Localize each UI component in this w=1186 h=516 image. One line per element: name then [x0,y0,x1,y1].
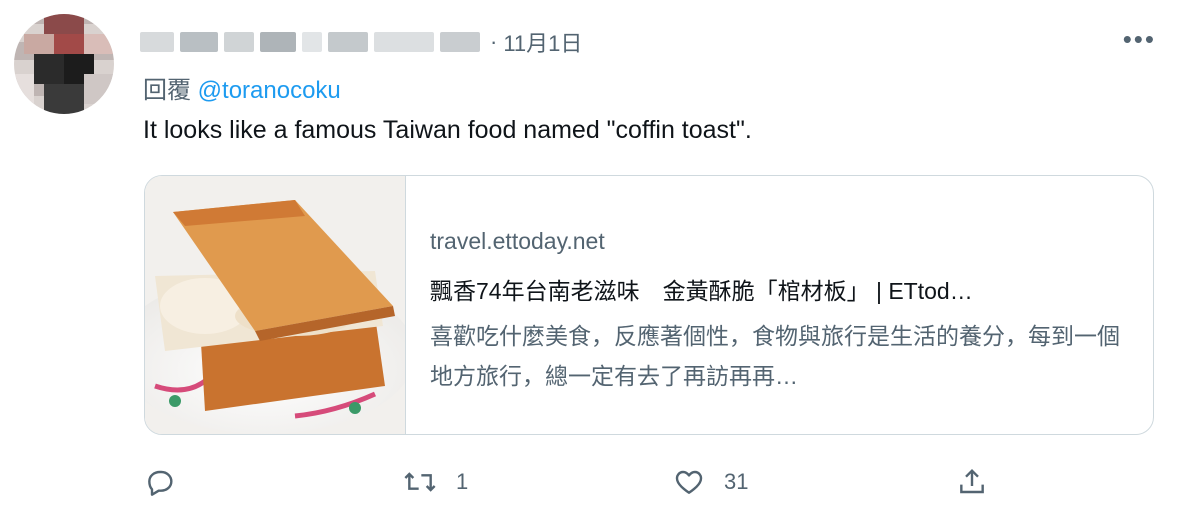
more-icon[interactable]: ••• [1123,24,1156,55]
retweet-count: 1 [456,469,469,494]
reply-mention-link[interactable]: @toranocoku [198,77,341,104]
share-button[interactable] [956,466,988,498]
separator-dot: · [490,29,498,54]
tweet-header: · 11月1日 ••• [140,24,1166,60]
coffin-toast-image [145,176,415,434]
card-body: travel.ettoday.net 飄香74年台南老滋味 金黃酥脆「棺材板」 … [406,176,1153,434]
share-icon [960,468,984,494]
like-count: 31 [724,469,749,494]
action-bar: 1 31 [0,460,1186,504]
reply-icon [148,470,173,496]
card-thumbnail [145,176,415,434]
tweet-date[interactable]: 11月1日 [503,26,582,58]
like-button[interactable]: 31 [672,466,748,498]
reply-prefix: 回覆 [143,77,191,104]
card-description: 喜歡吃什麼美食，反應著個性，食物與旅行是生活的養分，每到一個地方旅行，總一定有去… [430,323,1120,389]
link-card[interactable]: travel.ettoday.net 飄香74年台南老滋味 金黃酥脆「棺材板」 … [144,175,1154,435]
blurred-username[interactable] [140,32,480,52]
reply-button[interactable] [144,466,194,498]
card-title: 飄香74年台南老滋味 金黃酥脆「棺材板」 | ETtod… [430,278,973,304]
tweet-text: It looks like a famous Taiwan food named… [143,116,752,144]
avatar[interactable] [14,14,114,114]
retweet-icon [404,472,436,492]
retweet-button[interactable]: 1 [402,466,468,498]
like-icon [675,470,703,494]
card-domain: travel.ettoday.net [430,228,605,254]
reply-context: 回覆 @toranocoku [143,70,341,105]
